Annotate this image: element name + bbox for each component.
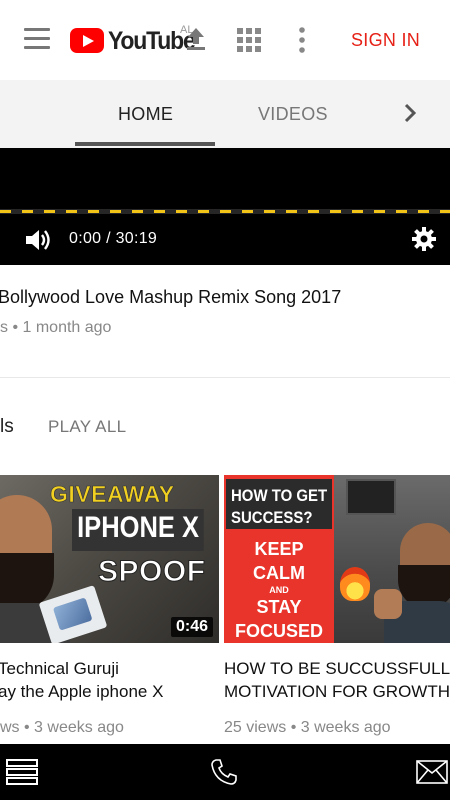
hamburger-icon[interactable] [24,28,50,50]
time-display: 0:00 / 30:19 [69,230,158,247]
thumb-text: AND [269,585,289,595]
chevron-right-icon[interactable] [402,102,418,124]
tab-home[interactable]: HOME [118,104,173,125]
thumb-text: SUCCESS? [231,508,313,527]
video-thumbnail[interactable]: GIVEAWAY IPHONE X SPOOF 0:46 [0,475,219,643]
thumb-text: KEEP [254,539,304,559]
progress-bar[interactable] [0,209,450,214]
keep-calm-text: KEEP CALM AND STAY FOCUSED [224,537,334,643]
thumb-text: SPOOF [98,555,206,589]
duration-badge: 0:46 [170,617,213,637]
menu-icon[interactable] [6,759,38,785]
video-player[interactable]: 0:00 / 30:19 [0,148,450,265]
phone-icon[interactable] [209,757,239,787]
volume-icon[interactable] [24,227,52,253]
bottom-bar [0,744,450,800]
title-line: Technical Guruji [0,659,119,678]
thumb-caption: HOW TO GET SUCCESS? [231,485,327,529]
video-item-title[interactable]: HOW TO BE SUCCUSSFULL MOTIVATION FOR GRO… [224,657,450,703]
phone-box-image [38,585,108,643]
thumb-text: GIVEAWAY [50,481,175,508]
buffer-dashes [0,210,450,213]
thumb-text: STAY [256,597,302,617]
video-item-meta: 25 views • 3 weeks ago [224,719,391,736]
title-line: MOTIVATION FOR GROWTH [224,682,450,701]
channel-tabs: HOME VIDEOS [0,80,450,148]
sign-in-button[interactable]: SIGN IN [351,30,420,51]
video-title[interactable]: Bollywood Love Mashup Remix Song 2017 [0,287,341,308]
top-app-bar: YouTube AL SIGN IN [0,0,450,80]
thumb-text: HOW TO GET [231,486,328,505]
mail-icon[interactable] [416,760,448,784]
thumb-text: CALM [253,563,305,583]
fire-icon [340,567,370,601]
video-meta: s • 1 month ago [0,319,112,336]
video-thumbnail[interactable]: HOW TO GET SUCCESS? KEEP CALM AND STAY F… [224,475,450,643]
section-title: ls [0,416,14,437]
divider [0,377,450,378]
thumb-photo-panel [334,475,450,643]
apps-grid-icon[interactable] [237,28,261,52]
upload-icon[interactable] [184,26,208,52]
play-logo-icon [70,27,104,53]
thumb-text: IPHONE X [72,509,205,551]
more-vert-icon[interactable] [296,27,308,53]
selected-tab-indicator [75,142,215,146]
gear-icon[interactable] [411,226,437,252]
thumb-caption-box: HOW TO GET SUCCESS? [226,479,332,529]
thumbs-up-icon [374,589,402,619]
play-all-button[interactable]: PLAY ALL [48,417,126,437]
video-item-title[interactable]: Technical Guruji ay the Apple iphone X [0,657,163,703]
wall-screen-image [346,479,396,515]
title-line: ay the Apple iphone X [0,682,164,701]
title-line: HOW TO BE SUCCUSSFULL [224,659,450,678]
video-item-meta: ws • 3 weeks ago [0,719,124,736]
thumb-red-panel: HOW TO GET SUCCESS? KEEP CALM AND STAY F… [224,475,334,643]
youtube-logo[interactable]: YouTube [70,24,196,56]
tab-videos[interactable]: VIDEOS [258,104,328,125]
thumb-text: FOCUSED [234,621,323,641]
